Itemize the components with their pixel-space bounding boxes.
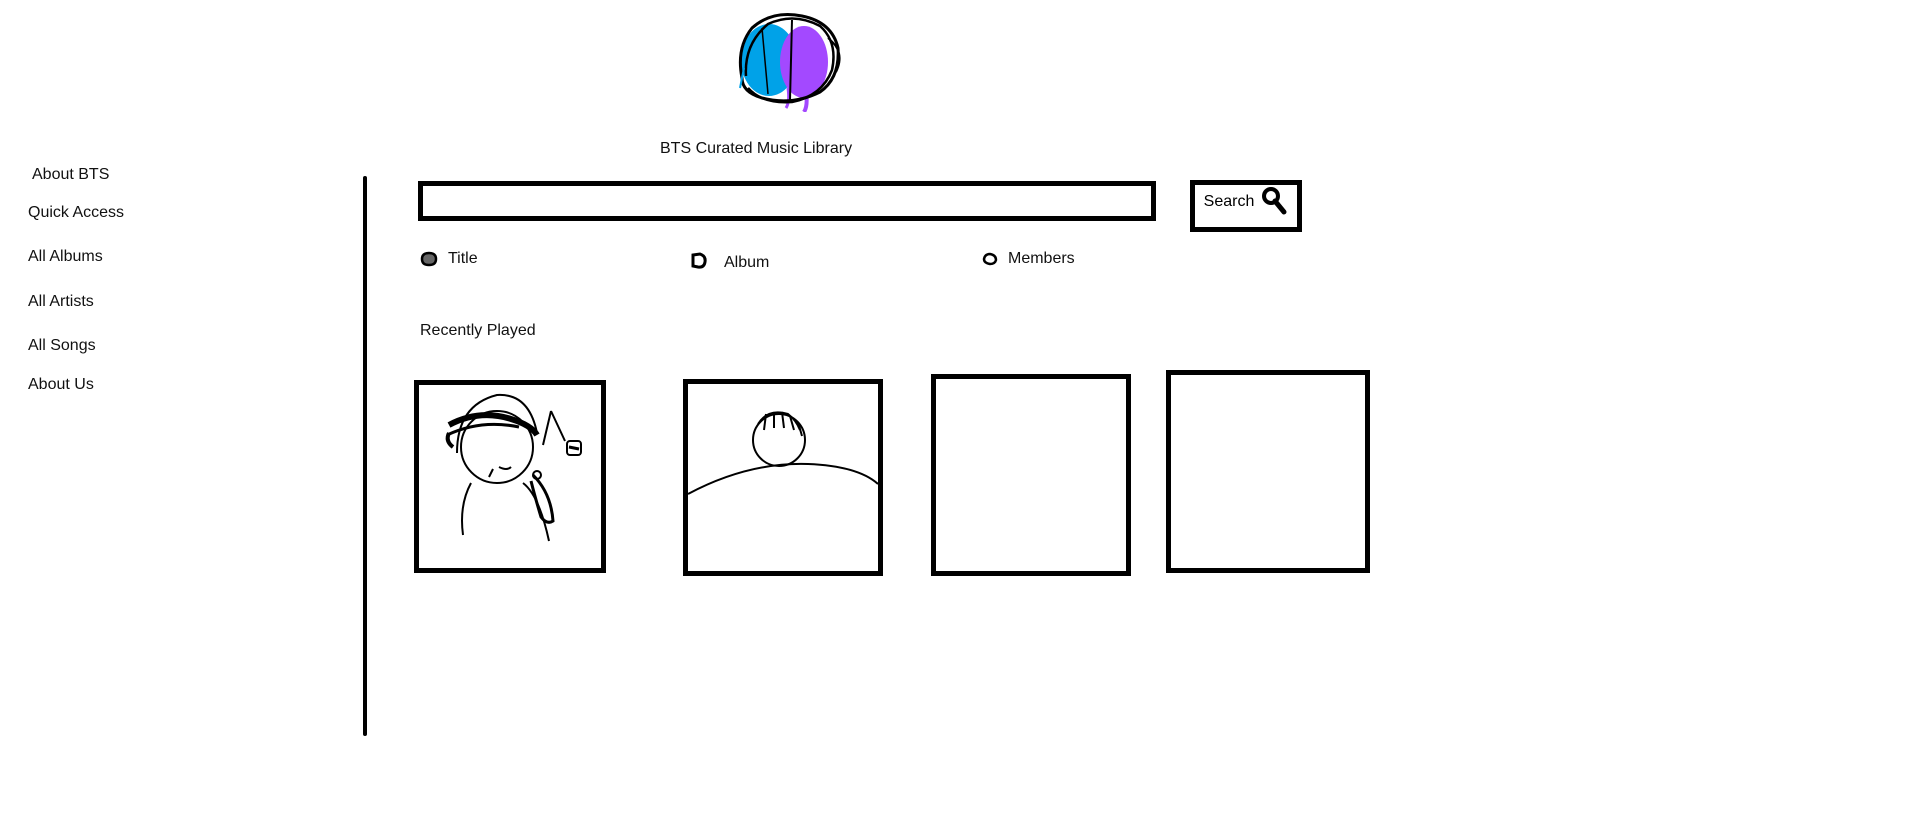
recently-played-card-1[interactable] xyxy=(414,380,606,573)
filter-title-label: Title xyxy=(448,250,478,267)
radio-scribble-icon xyxy=(420,251,438,267)
filter-title[interactable]: Title xyxy=(420,250,478,268)
sidebar-divider xyxy=(363,176,367,736)
sidebar-item-about-bts[interactable]: About BTS xyxy=(32,166,109,184)
sidebar-item-quick-access[interactable]: Quick Access xyxy=(28,204,124,222)
sidebar-item-all-artists[interactable]: All Artists xyxy=(28,293,94,311)
filter-members[interactable]: Members xyxy=(982,250,1075,268)
search-button[interactable]: Search xyxy=(1190,180,1302,232)
search-input[interactable] xyxy=(418,181,1156,221)
sidebar-item-all-songs[interactable]: All Songs xyxy=(28,337,96,355)
radio-scribble-icon xyxy=(982,252,998,266)
sidebar-item-about-us[interactable]: About Us xyxy=(28,376,94,394)
recently-played-card-4[interactable] xyxy=(1166,370,1370,573)
app-title: BTS Curated Music Library xyxy=(660,140,853,157)
recently-played-card-3[interactable] xyxy=(931,374,1131,576)
sketch-person-with-headphones xyxy=(445,393,582,542)
sidebar-item-all-albums[interactable]: All Albums xyxy=(28,248,103,266)
search-icon xyxy=(1262,187,1287,215)
logo xyxy=(722,8,852,114)
filter-album[interactable]: Album xyxy=(690,250,769,272)
search-button-label: Search xyxy=(1203,193,1255,210)
radio-scribble-icon xyxy=(691,252,707,269)
page: BTS Curated Music Library About BTS Quic… xyxy=(0,0,1914,828)
sketch-person-portrait xyxy=(688,411,878,495)
filter-members-label: Members xyxy=(1008,250,1075,267)
recently-played-card-2[interactable] xyxy=(683,379,883,576)
recently-played-title: Recently Played xyxy=(420,322,536,339)
filter-album-label: Album xyxy=(724,254,770,271)
